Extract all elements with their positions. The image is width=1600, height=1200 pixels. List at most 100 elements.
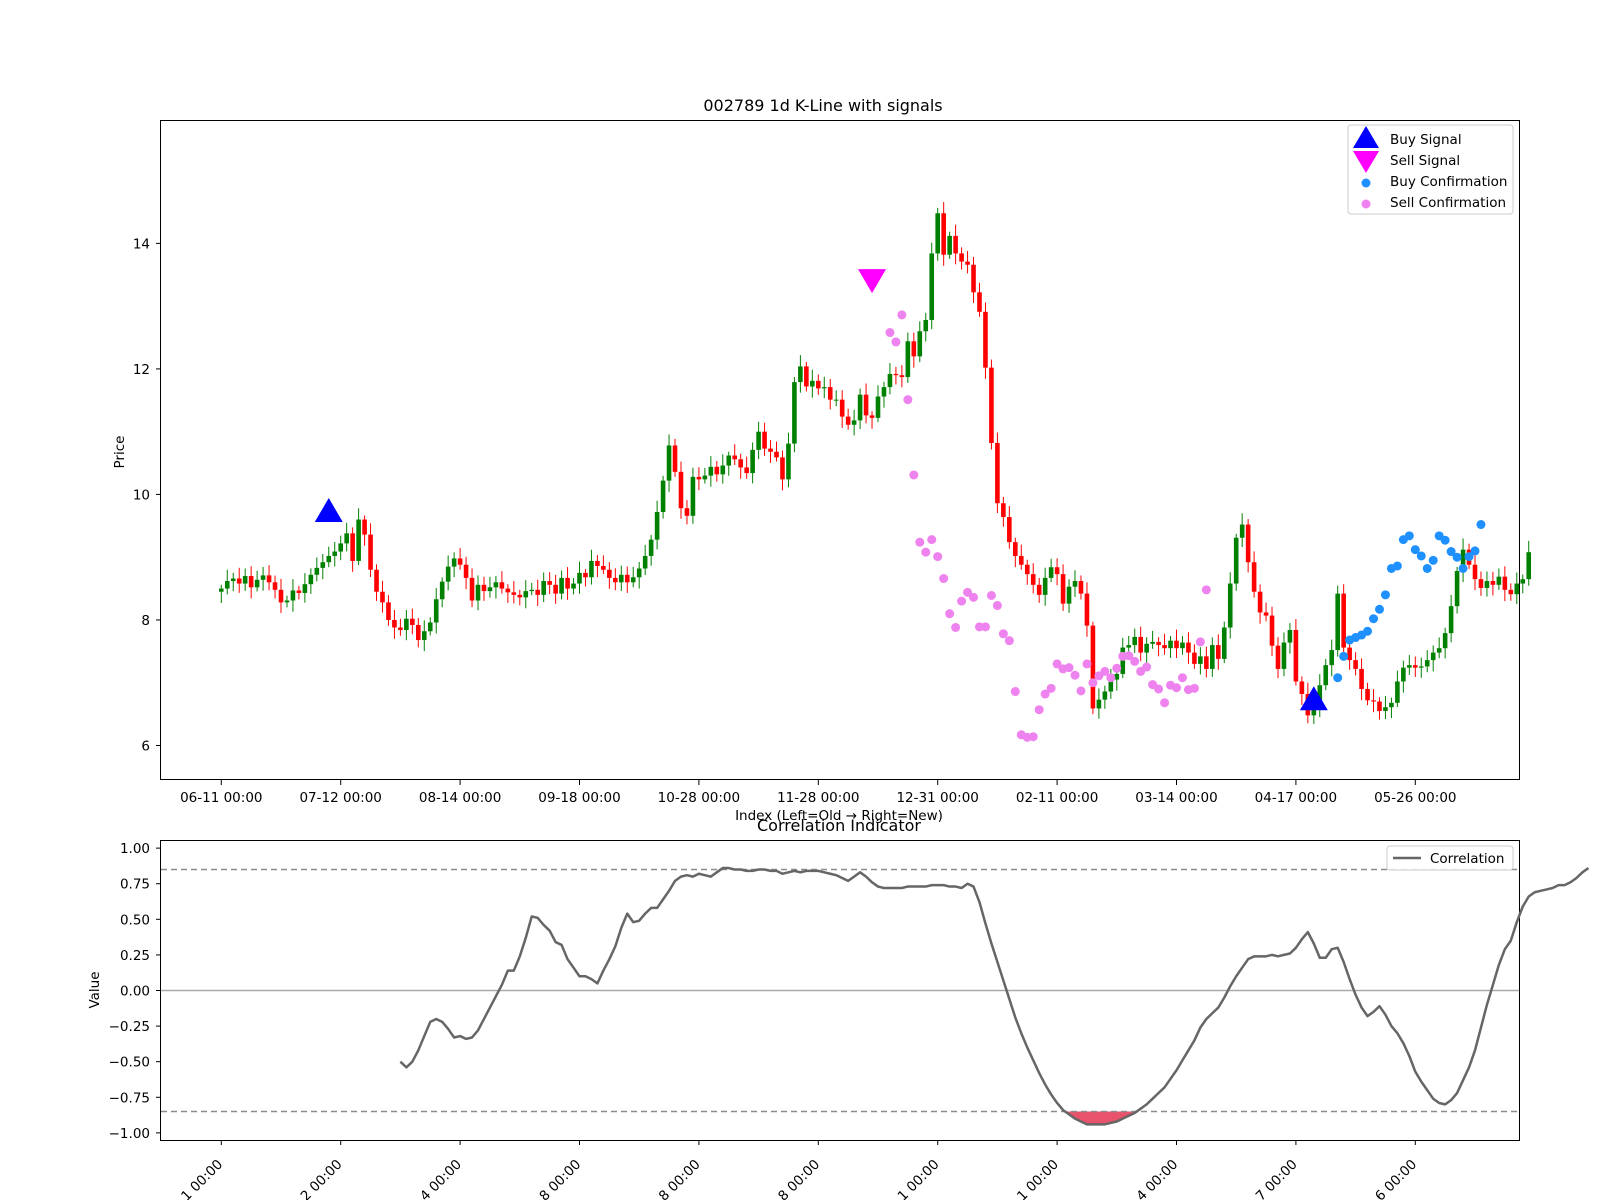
candle-body: [1365, 688, 1370, 701]
sell-confirmation-point: [1154, 684, 1164, 694]
candle-body: [702, 475, 708, 480]
candle-body: [613, 577, 618, 583]
candle-body: [296, 590, 302, 593]
correlation-panel: 1.00 0.75 0.50 0.25 0.00 −0.25 −0.50 −0.75 −1.00…: [87, 816, 1590, 1200]
candle-body: [1526, 552, 1532, 580]
candle-body: [929, 253, 935, 320]
kline-x-tick-label: 10-28 00:00: [658, 790, 740, 806]
candle-body: [660, 480, 666, 513]
candle-body: [762, 431, 767, 449]
candle-body: [338, 543, 343, 552]
candle-body: [1239, 524, 1245, 538]
correlation-legend-label: Correlation: [1430, 851, 1504, 867]
candle-body: [344, 533, 349, 544]
candle-body: [1150, 641, 1155, 644]
candle-body: [421, 631, 427, 641]
kline-legend-label: Buy Confirmation: [1390, 174, 1507, 190]
correlation-x-tick-label: 4 00:00: [1133, 1157, 1181, 1200]
candle-body: [302, 584, 308, 593]
correlation-y-tick-label: 1.00: [120, 841, 150, 857]
candle-body: [595, 560, 600, 566]
candle-body: [463, 564, 469, 578]
sell-confirmation-point: [951, 622, 961, 632]
buy-confirmation-point: [1374, 604, 1384, 614]
buy-confirmation-point: [1440, 535, 1450, 545]
candle-body: [416, 624, 421, 641]
candle-body: [851, 420, 857, 425]
candle-body: [810, 380, 815, 387]
candle-body: [833, 399, 839, 401]
candle-body: [845, 416, 851, 425]
kline-legend: Buy Signal Sell Signal Buy Confirmation Sel…: [1347, 124, 1514, 215]
candle-body: [1126, 645, 1132, 648]
candle-body: [433, 599, 439, 623]
candle-body: [1174, 640, 1179, 649]
candle-body: [547, 581, 552, 585]
candle-body: [374, 569, 379, 592]
candle-body: [893, 373, 899, 376]
candle-body: [857, 394, 863, 421]
kline-title: 002789 1d K-Line with signals: [703, 96, 942, 115]
candle-body: [1210, 645, 1215, 669]
kline-x-tick-label: 04-17 00:00: [1255, 790, 1337, 806]
candle-body: [666, 445, 672, 481]
candle-body: [630, 577, 636, 583]
candle-body: [529, 589, 535, 592]
candle-body: [678, 471, 684, 509]
candle-body: [565, 577, 570, 589]
candle-body: [1090, 625, 1096, 709]
candle-body: [583, 572, 588, 578]
candle-body: [1407, 665, 1412, 668]
candle-body: [1371, 700, 1376, 702]
buy-confirmation-point: [1470, 546, 1480, 556]
correlation-x-axis: 1 00:00 2 00:00 4 00:00 8 00:00 8 00:00 8 00:…: [178, 1140, 1420, 1200]
kline-plot-area: [160, 120, 1520, 780]
candle-body: [1389, 702, 1394, 708]
candle-body: [708, 466, 714, 476]
correlation-x-tick-label: 8 00:00: [536, 1157, 584, 1200]
candle-body: [386, 602, 391, 620]
candle-body: [714, 466, 720, 475]
candle-body: [1144, 643, 1149, 653]
candle-body: [1418, 666, 1424, 668]
candle-body: [1508, 589, 1514, 595]
candle-body: [254, 579, 260, 588]
sell-confirmation-point: [969, 592, 979, 602]
kline-x-tick-label: 09-18 00:00: [538, 790, 620, 806]
candle-body: [738, 459, 743, 468]
candle-body: [983, 311, 988, 368]
candle-body: [392, 619, 397, 628]
sell-confirmation-point: [885, 328, 895, 338]
candle-body: [1156, 641, 1161, 646]
candle-body: [887, 373, 893, 388]
candle-body: [571, 583, 576, 589]
candle-body: [511, 592, 517, 595]
sell-confirmation-point: [1004, 636, 1014, 646]
correlation-y-tick-label: 0.75: [120, 877, 150, 893]
candle-body: [690, 476, 696, 516]
candle-body: [356, 519, 361, 561]
correlation-x-tick-label: 8 00:00: [775, 1157, 823, 1200]
correlation-x-tick-label: 1 00:00: [1014, 1157, 1062, 1200]
candle-body: [863, 394, 869, 416]
candle-body: [989, 367, 994, 443]
candle-body: [219, 588, 224, 592]
buy-confirmation-point: [1404, 531, 1414, 541]
candle-body: [1359, 668, 1364, 689]
candle-body: [224, 581, 230, 589]
candle-body: [1484, 581, 1490, 588]
candle-body: [732, 455, 738, 460]
candle-body: [750, 449, 755, 474]
candle-body: [648, 539, 654, 556]
candle-body: [607, 569, 612, 578]
candle-body: [1084, 593, 1090, 626]
sell-confirmation-point: [1010, 687, 1020, 697]
sell-confirmation-point: [1195, 637, 1205, 647]
kline-panel: 002789 1d K-Line with signals 6 8 10 12 14 0…: [112, 96, 1532, 824]
candle-body: [1060, 574, 1066, 604]
sell-confirmation-point: [1082, 659, 1092, 669]
candle-body: [959, 253, 964, 262]
kline-x-tick-label: 05-26 00:00: [1374, 790, 1456, 806]
candle-body: [995, 442, 1000, 504]
correlation-y-axis: 1.00 0.75 0.50 0.25 0.00 −0.25 −0.50 −0.75 −1.00: [109, 841, 161, 1142]
